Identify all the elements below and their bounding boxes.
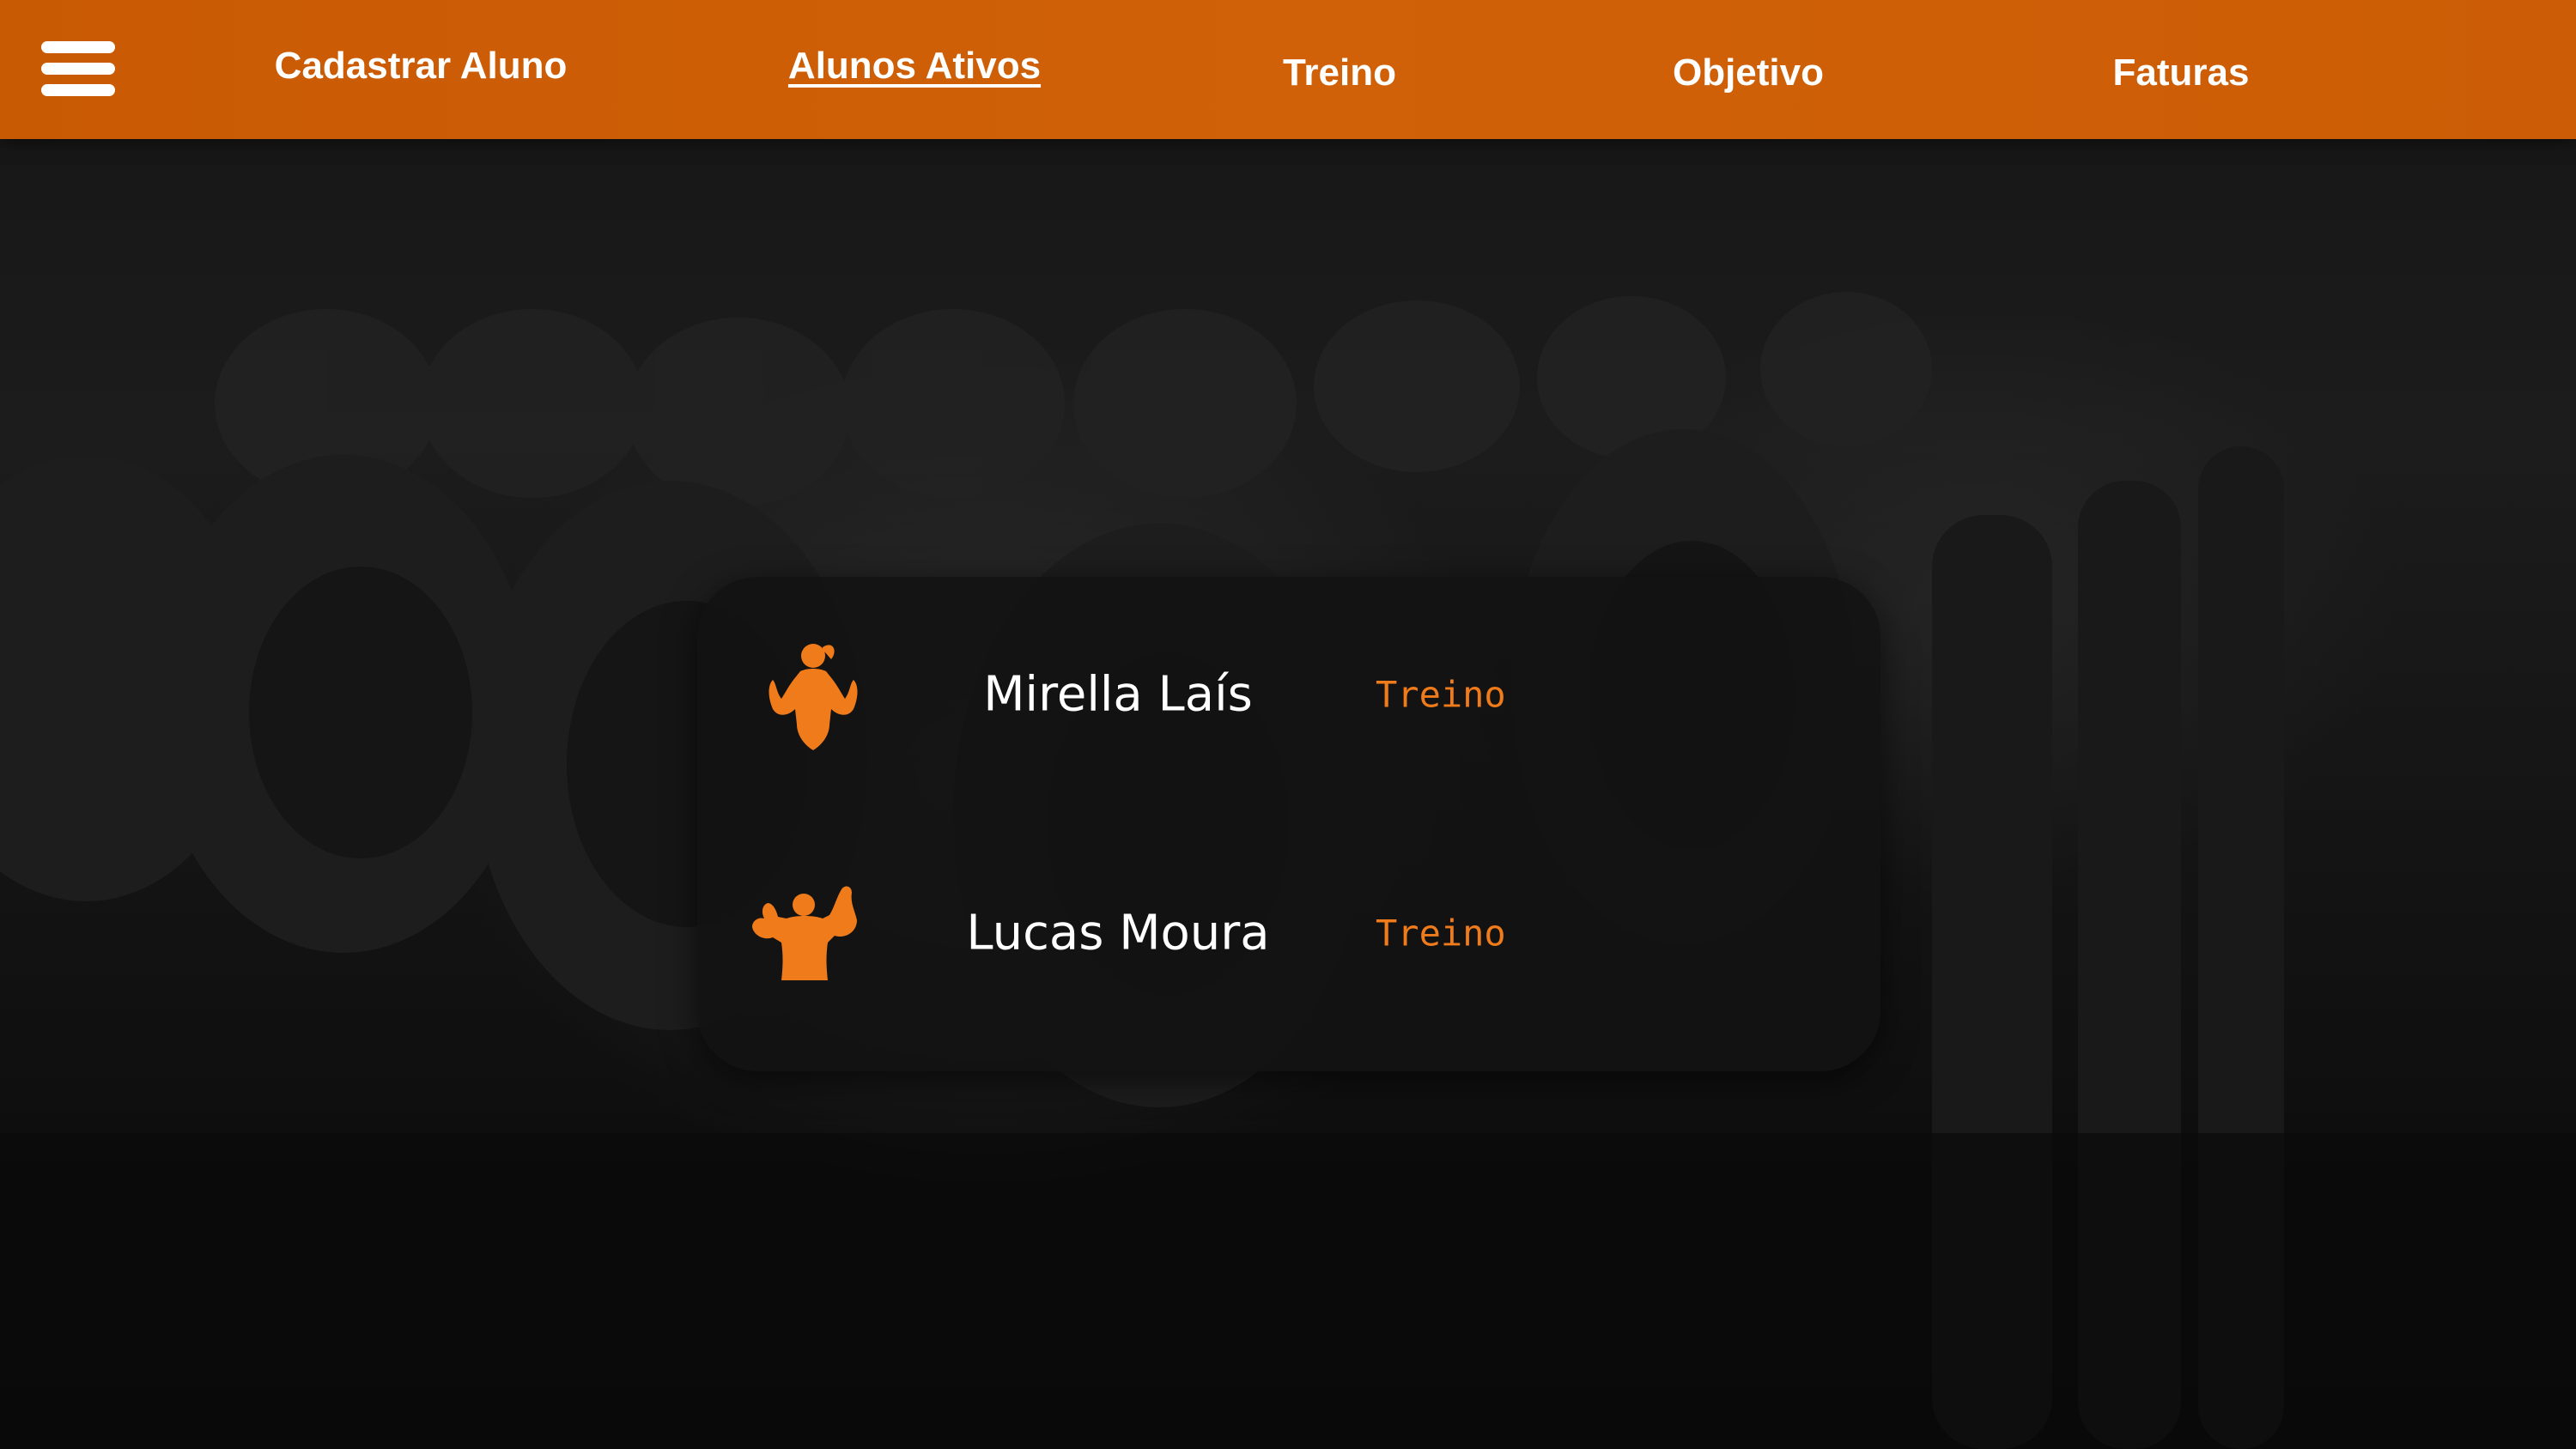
top-navigation-bar: Cadastrar Aluno Alunos Ativos Treino Obj…: [0, 0, 2576, 139]
nav-alunos-ativos[interactable]: Alunos Ativos: [788, 45, 1041, 88]
nav-faturas[interactable]: Faturas: [2113, 52, 2250, 94]
menu-line: [41, 84, 115, 96]
page: Cadastrar Aluno Alunos Ativos Treino Obj…: [0, 0, 2576, 1449]
workout-link[interactable]: Treino: [1376, 912, 1506, 955]
student-name: Mirella Laís: [983, 666, 1253, 723]
male-bodybuilder-icon: [752, 886, 857, 980]
menu-line: [41, 63, 115, 75]
menu-line: [41, 41, 115, 53]
student-row: Lucas Moura Treino: [697, 869, 1880, 997]
nav-cadastrar-aluno[interactable]: Cadastrar Aluno: [275, 45, 568, 88]
workout-link[interactable]: Treino: [1376, 674, 1506, 716]
female-bodybuilder-icon: [769, 644, 858, 750]
active-students-card: Mirella Laís Treino Lucas Moura Treino: [697, 577, 1880, 1071]
nav-objetivo[interactable]: Objetivo: [1673, 52, 1824, 94]
hamburger-menu-icon[interactable]: [38, 36, 120, 101]
student-row: Mirella Laís Treino: [697, 630, 1880, 759]
student-name: Lucas Moura: [966, 905, 1270, 961]
nav-treino[interactable]: Treino: [1283, 52, 1396, 94]
